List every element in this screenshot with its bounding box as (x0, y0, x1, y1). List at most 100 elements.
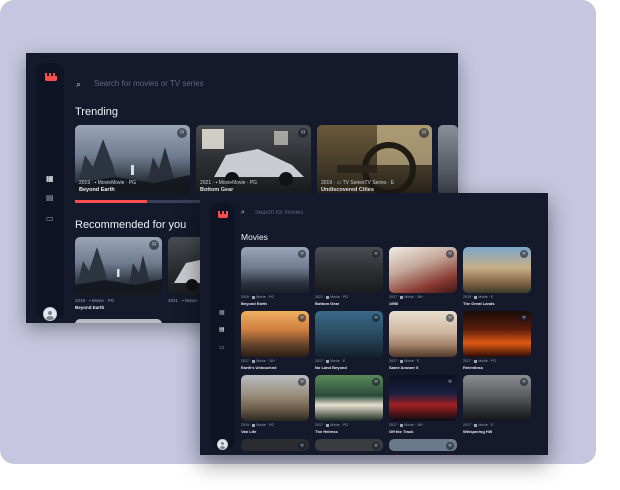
movie-year: 2019 (241, 423, 249, 427)
movie-type: Movie (255, 423, 266, 427)
movie-card[interactable]: ⌑ 2021 · Movie · PG Bottom Gear (315, 247, 383, 309)
movie-title: No Land Beyond (315, 365, 347, 370)
bookmark-icon[interactable]: ⌑ (372, 378, 380, 386)
movie-type: Movie (255, 295, 266, 299)
movie-card[interactable]: ⌑ 2017 · Movie · E Same Answer II (389, 311, 457, 373)
bookmark-icon[interactable]: ⌑ (446, 442, 454, 450)
avatar[interactable] (217, 439, 228, 450)
movie-card[interactable]: ⌑ 2017 · Movie · E No Land Beyond (315, 311, 383, 373)
bookmark-icon[interactable]: ⌑ (298, 250, 306, 258)
movie-type: Movie (477, 423, 488, 427)
bookmark-icon[interactable]: ⌑ (446, 378, 454, 386)
nav-home-grid-icon[interactable]: ▦ (46, 175, 54, 183)
movie-title: Whispering Hill (463, 429, 493, 434)
bookmark-icon[interactable]: ⌑ (419, 128, 429, 138)
film-logo-icon[interactable] (45, 73, 57, 81)
movie-rating: E (491, 295, 494, 299)
movie-type: Movie (403, 359, 414, 363)
film-logo-icon[interactable] (218, 211, 228, 218)
movie-year: 2017 (389, 359, 397, 363)
movie-title: The Heiress (315, 429, 338, 434)
sidebar: ▦ ▤ ▭ (210, 203, 235, 450)
movie-rating: PG (269, 423, 275, 427)
nav-tv-icon[interactable]: ▭ (219, 345, 225, 351)
movie-card[interactable]: ⌑ 2017 · Movie · 18+ Earth's Untouched (241, 311, 309, 373)
bookmark-icon[interactable]: ⌑ (298, 128, 308, 138)
movie-card[interactable]: ⌑ 2017 · Movie · PG Relentless (463, 311, 531, 373)
bookmark-icon[interactable]: ⌑ (446, 314, 454, 322)
recommended-card-next-row[interactable] (75, 319, 162, 323)
trending-card[interactable]: ⌑ 2019 · ▭ TV SeriesTV Series · E Undisc… (317, 125, 432, 197)
movie-year: 2017 (315, 423, 323, 427)
movie-title: Same Answer II (389, 365, 419, 370)
movie-title: Earth's Untouched (241, 365, 277, 370)
movie-year: 2019 (463, 295, 471, 299)
movie-year: 2017 (315, 359, 323, 363)
recommended-title: Beyond Earth (75, 305, 105, 310)
trending-meta: 2019 · ▭ TV SeriesTV Series · E (321, 180, 395, 186)
bookmark-icon[interactable]: ⌑ (520, 314, 528, 322)
bookmark-icon[interactable]: ⌑ (372, 250, 380, 258)
movie-card[interactable]: ⌑ 2019 · Movie · E The Great Lands (463, 247, 531, 309)
section-title-movies: Movies (241, 232, 268, 242)
bookmark-icon[interactable]: ⌑ (177, 128, 187, 138)
movie-card[interactable]: ⌑ 2017 · Movie · 18+ 1998 (389, 247, 457, 309)
movie-type: Movie (329, 359, 340, 363)
movie-meta: 2017 · Movie · E (315, 359, 345, 363)
movie-meta: 2017 · Movie · 18+ (389, 295, 423, 299)
bookmark-icon[interactable]: ⌑ (372, 314, 380, 322)
movie-meta: 2019 · Movie · E (463, 295, 493, 299)
movie-card[interactable]: ⌑ 2019 · Movie · PG Beyond Earth (241, 247, 309, 309)
movie-rating: E (343, 359, 346, 363)
bookmark-icon[interactable]: ⌑ (298, 442, 306, 450)
movie-rating: E (417, 359, 420, 363)
bookmark-icon[interactable]: ⌑ (372, 442, 380, 450)
trending-card-partial[interactable] (438, 125, 458, 195)
poster-image (438, 125, 458, 195)
movie-title: Van Life (241, 429, 257, 434)
movie-rating: PG (343, 295, 349, 299)
poster-image (75, 319, 162, 323)
movie-title: Beyond Earth (241, 301, 268, 306)
movie-title: Relentless (463, 365, 484, 370)
movie-card-next-row[interactable]: ⌑ (315, 439, 383, 451)
movie-year: 2017 (241, 359, 249, 363)
movie-year: 2021 (315, 295, 323, 299)
trending-card[interactable]: ⌑ 2019 · ▪ MovieMovie · PG Beyond Earth (75, 125, 190, 197)
trending-meta: 2019 · ▪ MovieMovie · PG (79, 180, 137, 186)
nav-home-grid-icon[interactable]: ▦ (219, 310, 225, 316)
search-input[interactable] (255, 207, 495, 218)
movie-card[interactable]: ⌑ 2017 · Movie · 18+ Off the Track (389, 375, 457, 437)
sidebar: ▦ ▤ ▭ (36, 63, 64, 321)
movie-card[interactable]: ⌑ 2017 · Movie · E Whispering Hill (463, 375, 531, 437)
movie-rating: PG (343, 423, 349, 427)
bookmark-icon[interactable]: ⌑ (446, 250, 454, 258)
movie-title: Off the Track (389, 429, 414, 434)
bookmark-icon[interactable]: ⌑ (149, 240, 159, 250)
movie-meta: 2017 · Movie · PG (463, 359, 496, 363)
movie-card-next-row[interactable]: ⌑ (241, 439, 309, 451)
bookmark-icon[interactable]: ⌑ (298, 378, 306, 386)
movie-rating: PG (269, 295, 275, 299)
bookmark-icon[interactable]: ⌑ (298, 314, 306, 322)
search-input[interactable] (94, 76, 394, 90)
movie-card[interactable]: ⌑ 2019 · Movie · PG Van Life (241, 375, 309, 437)
movie-meta: 2017 · Movie · E (389, 359, 419, 363)
recommended-card[interactable]: ⌑ 2019 · ▪ Movie · PG Beyond Earth (75, 237, 162, 312)
bookmark-icon[interactable]: ⌑ (520, 250, 528, 258)
movie-type: Movie (329, 423, 340, 427)
movie-type: Movie (477, 359, 488, 363)
bookmark-icon[interactable]: ⌑ (520, 378, 528, 386)
nav-movies-film-icon[interactable]: ▤ (46, 194, 54, 202)
movie-type: Movie (403, 423, 414, 427)
movie-year: 2017 (389, 423, 397, 427)
nav-tv-icon[interactable]: ▭ (46, 215, 54, 223)
movie-type: Movie (329, 295, 340, 299)
movie-card[interactable]: ⌑ 2017 · Movie · PG The Heiress (315, 375, 383, 437)
avatar[interactable] (43, 307, 57, 321)
movie-card-next-row[interactable]: ⌑ (389, 439, 457, 451)
nav-movies-film-icon[interactable]: ▤ (219, 327, 225, 333)
trending-card[interactable]: ⌑ 2021 · ▪ MovieMovie · PG Bottom Gear (196, 125, 311, 197)
movie-year: 2017 (463, 359, 471, 363)
search-icon: ⌕ (241, 209, 245, 216)
